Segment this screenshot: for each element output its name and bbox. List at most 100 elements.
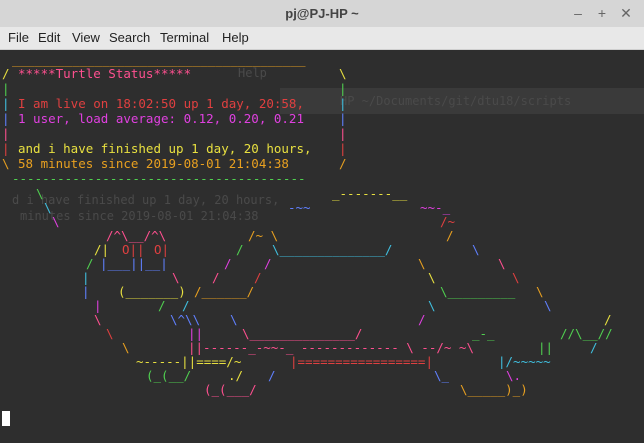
terminal-output: Help HP ~/Documents/git/dtu18/scripts d …	[2, 52, 644, 397]
svg-text:|: |	[339, 126, 347, 141]
svg-text:_-------__: _-------__	[332, 186, 408, 201]
svg-text:\: \	[2, 156, 10, 171]
svg-text:|: |	[2, 81, 10, 96]
svg-text:|: |	[339, 81, 347, 96]
svg-text:/~: /~	[440, 214, 455, 229]
svg-text:-~~: -~~	[288, 200, 311, 215]
svg-text:/______/: /______/	[194, 284, 254, 299]
svg-text:\______________/: \______________/	[272, 242, 392, 257]
svg-text:|/~~~~~: |/~~~~~	[498, 354, 551, 369]
svg-text:||: ||	[188, 326, 203, 341]
svg-text:./: ./	[228, 368, 243, 383]
svg-text:\_________: \_________	[440, 284, 516, 299]
ghost-path-text: HP ~/Documents/git/dtu18/scripts	[340, 94, 571, 108]
svg-text:/: /	[418, 312, 426, 327]
svg-text:\: \	[36, 186, 44, 201]
svg-text:/: /	[264, 256, 272, 271]
svg-text:||------_-~~-_ ------------- \: ||------_-~~-_ ------------- \ --/~ ~\	[188, 340, 474, 355]
close-icon[interactable]: ✕	[618, 5, 634, 22]
svg-text:/|: /|	[94, 242, 109, 257]
terminal-area[interactable]: Help HP ~/Documents/git/dtu18/scripts d …	[0, 50, 644, 443]
svg-text:\: \	[172, 270, 180, 285]
svg-text:______________________________: _______________________________________	[12, 52, 306, 67]
svg-text:/~ \: /~ \	[248, 228, 278, 243]
svg-text:\: \	[230, 312, 238, 327]
svg-text:~~-_: ~~-_	[420, 200, 451, 215]
status-header: *****Turtle Status*****	[18, 66, 191, 81]
svg-text:|: |	[82, 284, 90, 299]
svg-text:/: /	[268, 368, 276, 383]
svg-text://\__//: //\__//	[560, 326, 613, 341]
svg-text:|: |	[82, 270, 90, 285]
svg-text:\: \	[339, 66, 347, 81]
menu-terminal[interactable]: Terminal	[160, 30, 209, 45]
menu-bar: File Edit View Search Terminal Help	[0, 27, 644, 50]
svg-text:|: |	[2, 141, 10, 156]
svg-text:|: |	[94, 298, 102, 313]
svg-text:/: /	[224, 256, 232, 271]
svg-text:/: /	[446, 228, 454, 243]
svg-text:\______________/: \______________/	[242, 326, 362, 341]
svg-text:\: \	[472, 242, 480, 257]
svg-text:\: \	[544, 298, 552, 313]
svg-text:(_______): (_______)	[118, 284, 186, 299]
status-line-3: and i have finished up 1 day, 20 hours,	[18, 141, 312, 156]
svg-text:/: /	[236, 242, 244, 257]
terminal-window: pj@PJ-HP ~ – + ✕ File Edit View Search T…	[0, 0, 644, 443]
svg-text:\: \	[428, 270, 436, 285]
menu-view[interactable]: View	[72, 30, 100, 45]
svg-text:/: /	[212, 270, 220, 285]
svg-text:/: /	[158, 298, 166, 313]
svg-text:/: /	[339, 156, 347, 171]
svg-text:\: \	[94, 312, 102, 327]
title-bar[interactable]: pj@PJ-HP ~ – + ✕	[0, 0, 644, 28]
svg-text:|=================|: |=================|	[290, 354, 433, 369]
svg-text:(_(__/: (_(__/	[146, 368, 191, 383]
ghost-finished-text: d i have finished up 1 day, 20 hours,	[12, 193, 279, 207]
status-line-1: I am live on 18:02:50 up 1 day, 20:58,	[18, 96, 304, 111]
svg-text:|: |	[339, 141, 347, 156]
menu-help[interactable]: Help	[222, 30, 249, 45]
svg-text:\: \	[106, 326, 114, 341]
maximize-icon[interactable]: +	[594, 5, 610, 21]
svg-text:/: /	[604, 312, 612, 327]
svg-text:/: /	[86, 256, 94, 271]
svg-text:\^\\: \^\\	[170, 312, 200, 327]
svg-text:|: |	[2, 111, 10, 126]
minimize-icon[interactable]: –	[570, 5, 586, 21]
status-line-4: 58 minutes since 2019-08-01 21:04:38	[18, 156, 289, 171]
svg-text:/: /	[182, 298, 190, 313]
svg-text:\: \	[44, 200, 52, 215]
svg-text:\_: \_	[434, 368, 450, 383]
svg-text:~-----||====/~: ~-----||====/~	[136, 354, 241, 369]
svg-text:\: \	[52, 214, 60, 229]
svg-text:------------------------------: ---------------------------------------	[12, 171, 306, 186]
ghost-help-text: Help	[238, 66, 267, 80]
terminal-cursor	[2, 411, 10, 426]
svg-text:O|: O|	[154, 242, 169, 257]
svg-text:/^\__/^\: /^\__/^\	[106, 228, 166, 243]
svg-text:\: \	[122, 340, 130, 355]
status-bubble: _______________________________________ …	[2, 52, 347, 186]
svg-text:/: /	[2, 66, 10, 81]
menu-search[interactable]: Search	[109, 30, 150, 45]
svg-text:|: |	[2, 126, 10, 141]
svg-text:_-_: _-_	[472, 326, 495, 341]
status-line-2: 1 user, load average: 0.12, 0.20, 0.21	[18, 111, 304, 126]
svg-text:|: |	[339, 96, 347, 111]
svg-text:\: \	[512, 270, 520, 285]
svg-text:(_(___/: (_(___/	[204, 382, 257, 397]
svg-text:\: \	[418, 256, 426, 271]
svg-text:O||: O||	[122, 242, 145, 257]
svg-text:\: \	[428, 298, 436, 313]
svg-text:\.: \.	[506, 368, 521, 383]
menu-edit[interactable]: Edit	[38, 30, 60, 45]
svg-text:|___||__|: |___||__|	[100, 256, 168, 271]
svg-text:\_____)_): \_____)_)	[460, 382, 528, 397]
svg-text:||: ||	[538, 340, 553, 355]
svg-text:\: \	[498, 256, 506, 271]
svg-text:/: /	[590, 340, 598, 355]
menu-file[interactable]: File	[8, 30, 29, 45]
svg-text:/: /	[254, 270, 262, 285]
svg-text:|: |	[2, 96, 10, 111]
